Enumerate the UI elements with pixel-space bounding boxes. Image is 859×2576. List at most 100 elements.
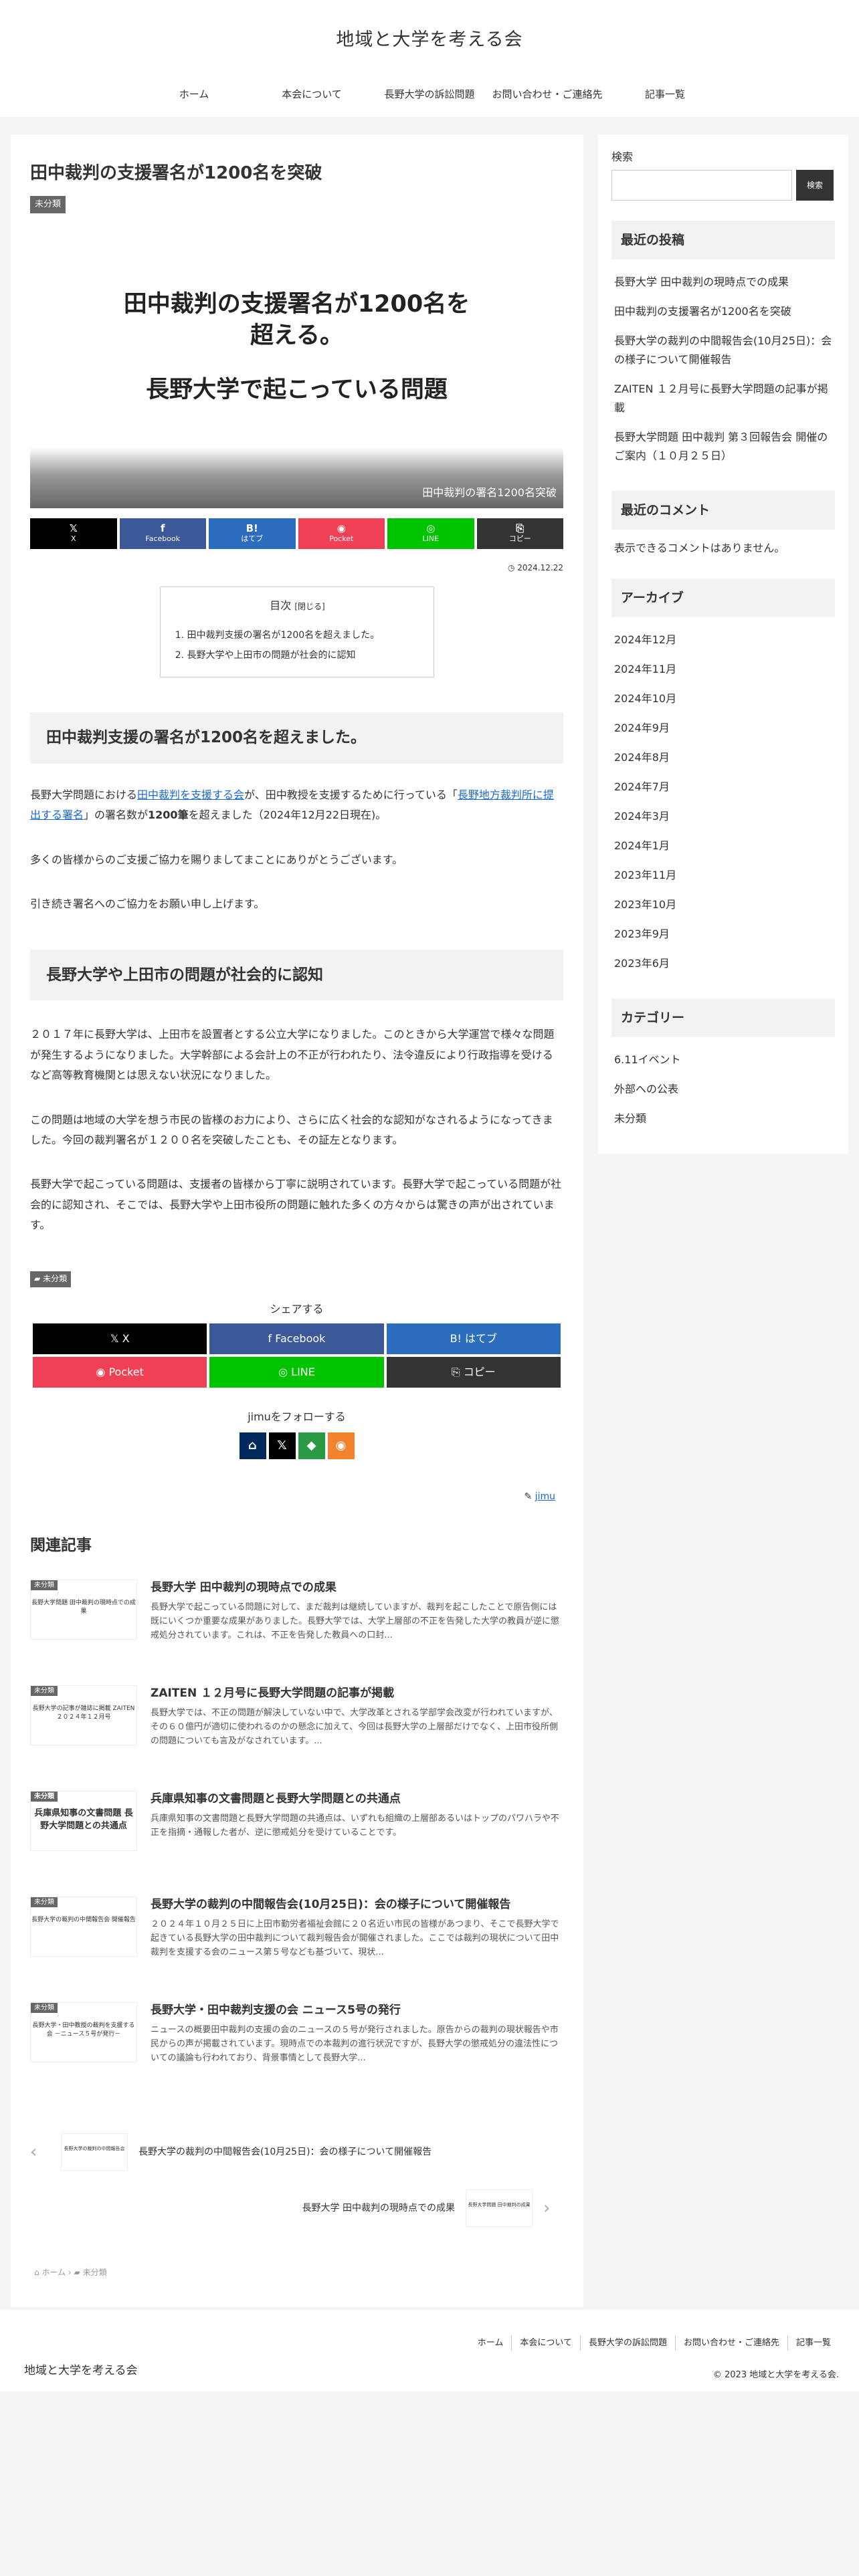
- prev-post-link[interactable]: ‹ 長野大学の裁判の中間報告会 長野大学の裁判の中間報告会(10月25日)：会の…: [30, 2128, 563, 2176]
- author-link[interactable]: jimu: [535, 1491, 555, 1502]
- prev-post-thumbnail: 長野大学の裁判の中間報告会: [61, 2133, 128, 2171]
- related-item[interactable]: 未分類 兵庫県知事の文書問題 長野大学問題との共通点 兵庫県知事の文書問題と長野大…: [30, 1791, 563, 1876]
- related-thumbnail: 未分類 長野大学・田中教授の裁判を支援する会 －ニュース５号が発行－: [30, 2002, 137, 2063]
- share-label: Facebook: [145, 534, 181, 544]
- share-pocket-button[interactable]: ◉ Pocket: [33, 1357, 207, 1388]
- related-item-excerpt: 長野大学で起こっている問題に対して、まだ裁判は継続していますが、裁判を起こしたこ…: [151, 1602, 560, 1640]
- search-button[interactable]: 検索: [796, 169, 834, 201]
- related-item-excerpt: ニュースの概要田中裁判の支援の会のニュースの５号が発行されました。原告からの裁判…: [151, 2024, 559, 2063]
- toc-item[interactable]: 田中裁判支援の署名が1200名を超えました。: [187, 625, 420, 646]
- site-title[interactable]: 地域と大学を考える会: [0, 0, 859, 57]
- share-facebook-button[interactable]: f Facebook: [119, 518, 206, 550]
- share-line-button[interactable]: ◎ LINE: [387, 518, 474, 550]
- related-item[interactable]: 未分類 長野大学の裁判の中間報告会 開催報告 長野大学の裁判の中間報告会(10月2…: [30, 1897, 563, 1982]
- archive-link[interactable]: 2024年1月: [611, 831, 835, 861]
- eyecatch-line1b: 超える。: [250, 322, 343, 350]
- recent-post-link[interactable]: 長野大学問題 田中裁判 第３回報告会 開催のご案内（１０月２５日）: [611, 423, 835, 471]
- related-item[interactable]: 未分類 長野大学の記事が雑誌に掲載 ZAITEN ２０２４年１２月号 ZAITEN…: [30, 1685, 563, 1771]
- related-thumbnail: 未分類 長野大学の記事が雑誌に掲載 ZAITEN ２０２４年１２月号: [30, 1685, 137, 1746]
- recent-post-link[interactable]: ZAITEN １２月号に長野大学問題の記事が掲載: [611, 374, 835, 423]
- footer-site-title[interactable]: 地域と大学を考える会: [24, 2361, 138, 2381]
- share-x-button[interactable]: 𝕏 X: [33, 1323, 207, 1355]
- category-tag[interactable]: ▰ 未分類: [30, 1271, 72, 1288]
- footer-nav-item[interactable]: 記事一覧: [787, 2335, 839, 2351]
- archive-link[interactable]: 2024年11月: [611, 655, 835, 684]
- related-item-title[interactable]: 長野大学の裁判の中間報告会(10月25日)：会の様子について開催報告: [151, 1897, 563, 1914]
- nav-item-about[interactable]: 本会について: [253, 86, 371, 104]
- archive-link[interactable]: 2024年12月: [611, 625, 835, 655]
- category-link[interactable]: 6.11イベント: [611, 1045, 835, 1075]
- site-footer: ホーム 本会について 長野大学の訴訟問題 お問い合わせ・ご連絡先 記事一覧 地域…: [0, 2310, 859, 2391]
- related-item-title[interactable]: 兵庫県知事の文書問題と長野大学問題との共通点: [151, 1791, 563, 1808]
- breadcrumb-category[interactable]: 未分類: [83, 2268, 107, 2277]
- toc-toggle[interactable]: [閉じる]: [294, 602, 324, 611]
- share-hatebu-button[interactable]: B! はてブ: [209, 518, 296, 550]
- share-copy-button[interactable]: ⎘ コピー: [386, 1357, 561, 1388]
- paragraph: この問題は地域の大学を想う市民の皆様のお力により、さらに広く社会的な認知がなされ…: [30, 1113, 553, 1146]
- feedly-icon[interactable]: ◆: [298, 1432, 325, 1459]
- recent-post-link[interactable]: 田中裁判の支援署名が1200名を突破: [611, 297, 835, 326]
- recent-post-link[interactable]: 長野大学 田中裁判の現時点での成果: [611, 267, 835, 297]
- share-copy-button[interactable]: ⎘ コピー: [476, 518, 563, 550]
- home-icon[interactable]: ⌂: [239, 1432, 266, 1459]
- search-input[interactable]: [611, 169, 792, 201]
- hatebu-icon: B!: [246, 522, 258, 535]
- share-line-button[interactable]: ◎ LINE: [209, 1357, 384, 1388]
- x-icon: 𝕏: [69, 522, 78, 535]
- nav-item-articles[interactable]: 記事一覧: [606, 86, 724, 104]
- nav-item-contact[interactable]: お問い合わせ・ご連絡先: [488, 86, 606, 104]
- site-header: 地域と大学を考える会 ホーム 本会について 長野大学の訴訟問題 お問い合わせ・ご…: [0, 0, 859, 117]
- paragraph: 多くの皆様からのご支援ご協力を賜りましてまことにありがとうございます。: [30, 853, 403, 866]
- eyecatch-line1: 田中裁判の支援署名が1200名を: [123, 291, 470, 318]
- share-pocket-button[interactable]: ◉ Pocket: [298, 518, 385, 550]
- related-item[interactable]: 未分類 長野大学問題 田中裁判の現時点での成果 長野大学 田中裁判の現時点での成果…: [30, 1580, 563, 1665]
- archive-link[interactable]: 2024年8月: [611, 743, 835, 772]
- rss-icon[interactable]: ◉: [327, 1432, 355, 1459]
- widget-title-category: カテゴリー: [611, 998, 835, 1038]
- eyecatch-headline: 田中裁判の支援署名が1200名を 超える。: [30, 289, 563, 352]
- next-post-thumbnail: 長野大学問題 田中裁判の成果: [466, 2189, 533, 2228]
- nav-item-home[interactable]: ホーム: [135, 86, 253, 104]
- related-item-title[interactable]: 長野大学・田中裁判支援の会 ニュース5号の発行: [151, 2002, 563, 2020]
- share-hatebu-button[interactable]: B! はてブ: [386, 1323, 561, 1355]
- next-post-link[interactable]: 長野大学 田中裁判の現時点での成果 長野大学問題 田中裁判の成果 ›: [30, 2184, 563, 2232]
- paragraph: 長野大学問題における田中裁判を支援する会が、田中教授を支援するために行っている「…: [30, 785, 563, 826]
- archive-link[interactable]: 2023年11月: [611, 861, 835, 890]
- footer-nav-item[interactable]: 本会について: [511, 2335, 580, 2351]
- related-thumbnail: 未分類 兵庫県知事の文書問題 長野大学問題との共通点: [30, 1791, 137, 1852]
- chevron-left-icon: ‹: [30, 2142, 37, 2163]
- footer-nav-item[interactable]: 長野大学の訴訟問題: [579, 2335, 675, 2351]
- category-link[interactable]: 外部への公表: [611, 1075, 835, 1104]
- related-item[interactable]: 未分類 長野大学・田中教授の裁判を支援する会 －ニュース５号が発行－ 長野大学・田…: [30, 2002, 563, 2088]
- text: が、田中教授を支援するために行っている「: [244, 788, 458, 801]
- related-item-excerpt: 長野大学では、不正の問題が解決していない中で、大学改革とされる学部学会改変が行わ…: [151, 1707, 559, 1746]
- footer-nav-item[interactable]: お問い合わせ・ご連絡先: [674, 2335, 787, 2351]
- share-label: X: [70, 534, 76, 544]
- recent-post-link[interactable]: 長野大学の裁判の中間報告会(10月25日)：会の様子について開催報告: [611, 326, 835, 374]
- share-facebook-button[interactable]: f Facebook: [209, 1323, 384, 1355]
- archive-link[interactable]: 2024年7月: [611, 772, 835, 802]
- table-of-contents: 目次 [閉じる] 田中裁判支援の署名が1200名を超えました。 長野大学や上田市…: [159, 586, 434, 678]
- toc-item[interactable]: 長野大学や上田市の問題が社会的に認知: [187, 645, 420, 666]
- x-icon[interactable]: 𝕏: [268, 1432, 296, 1459]
- share-label: コピー: [508, 534, 531, 544]
- category-link[interactable]: 未分類: [611, 1104, 835, 1134]
- search-form: 検索: [611, 169, 835, 201]
- category-badge[interactable]: 未分類: [30, 196, 66, 213]
- related-item-title[interactable]: ZAITEN １２月号に長野大学問題の記事が掲載: [151, 1685, 563, 1703]
- share-x-button[interactable]: 𝕏X: [30, 518, 117, 550]
- recent-posts-list: 長野大学 田中裁判の現時点での成果 田中裁判の支援署名が1200名を突破 長野大…: [611, 267, 835, 471]
- nav-item-lawsuit[interactable]: 長野大学の訴訟問題: [371, 86, 488, 104]
- related-item-title[interactable]: 長野大学 田中裁判の現時点での成果: [151, 1580, 563, 1597]
- support-group-link[interactable]: 田中裁判を支援する会: [137, 788, 244, 801]
- archive-link[interactable]: 2023年9月: [611, 920, 835, 949]
- archive-link[interactable]: 2024年10月: [611, 684, 835, 714]
- copy-icon: ⎘: [516, 522, 524, 535]
- archive-link[interactable]: 2024年9月: [611, 714, 835, 743]
- breadcrumb-home[interactable]: ホーム: [41, 2268, 66, 2277]
- footer-nav-item[interactable]: ホーム: [470, 2335, 512, 2351]
- archive-link[interactable]: 2024年3月: [611, 802, 835, 831]
- archive-link[interactable]: 2023年6月: [611, 949, 835, 978]
- post-pager: ‹ 長野大学の裁判の中間報告会 長野大学の裁判の中間報告会(10月25日)：会の…: [30, 2128, 563, 2232]
- archive-link[interactable]: 2023年10月: [611, 890, 835, 920]
